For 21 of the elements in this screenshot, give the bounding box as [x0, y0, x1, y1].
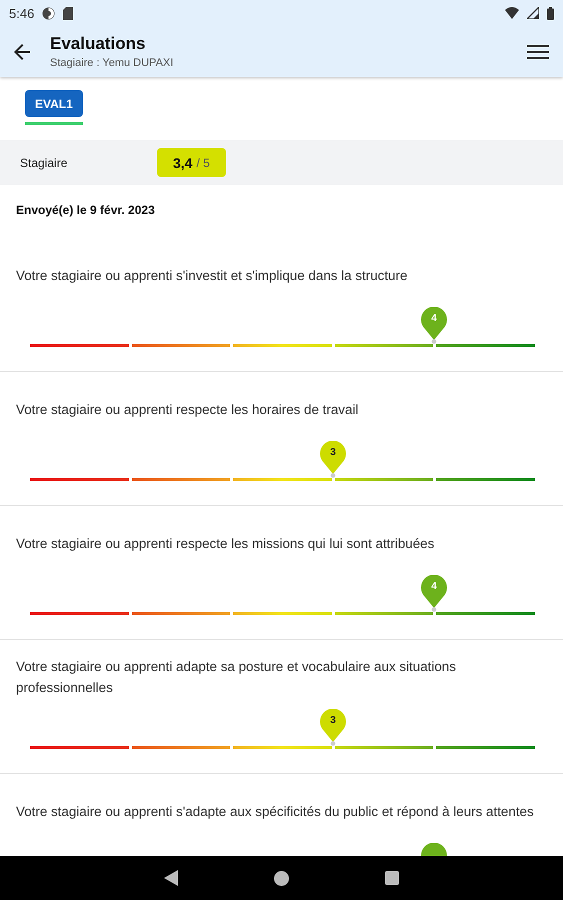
question-text: Votre stagiaire ou apprenti s'investit et s'implique dans la structure	[16, 266, 408, 285]
rating-slider[interactable]: 3	[30, 709, 535, 750]
rating-slider[interactable]: 3	[30, 441, 535, 482]
question-text: Votre stagiaire ou apprenti respecte les horaires de travail	[16, 400, 358, 419]
page-subtitle: Stagiaire : Yemu DUPAXI	[50, 57, 174, 69]
question-text: Votre stagiaire ou apprenti s'adapte aux spécificités du public et répond à leurs attentes	[16, 802, 534, 821]
question-text: Votre stagiaire ou apprenti adapte sa posture et vocabulaire aux situations professionnelles	[16, 658, 457, 697]
status-time: 5:46	[9, 6, 34, 20]
signal-icon	[527, 7, 539, 19]
sent-date: Envoyé(e) le 9 févr. 2023	[16, 203, 155, 217]
score-label: Stagiaire	[20, 156, 68, 170]
page-title: Evaluations	[50, 34, 146, 54]
question-text: Votre stagiaire ou apprenti respecte les missions qui lui sont attribuées	[16, 534, 434, 553]
score-badge: 3,4 / 5	[157, 148, 226, 177]
battery-icon	[547, 6, 554, 20]
sync-icon	[42, 6, 56, 20]
wifi-icon	[505, 7, 519, 19]
evaluation-tab[interactable]: EVAL1	[25, 90, 83, 117]
home-nav-icon[interactable]	[274, 870, 289, 886]
back-nav-icon[interactable]	[164, 870, 178, 886]
sd-card-icon	[63, 6, 74, 20]
